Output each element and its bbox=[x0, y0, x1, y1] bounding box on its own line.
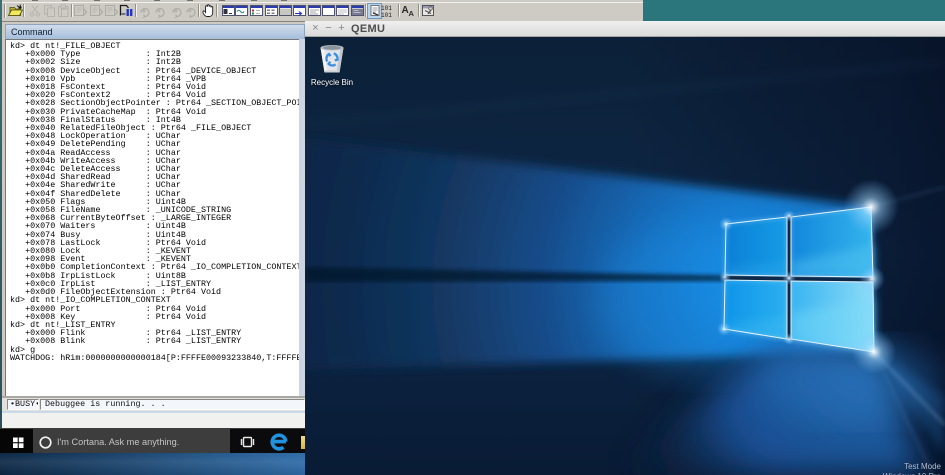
svg-text:101: 101 bbox=[381, 12, 392, 19]
svg-text:101: 101 bbox=[381, 5, 392, 12]
svg-text:A: A bbox=[409, 9, 415, 18]
